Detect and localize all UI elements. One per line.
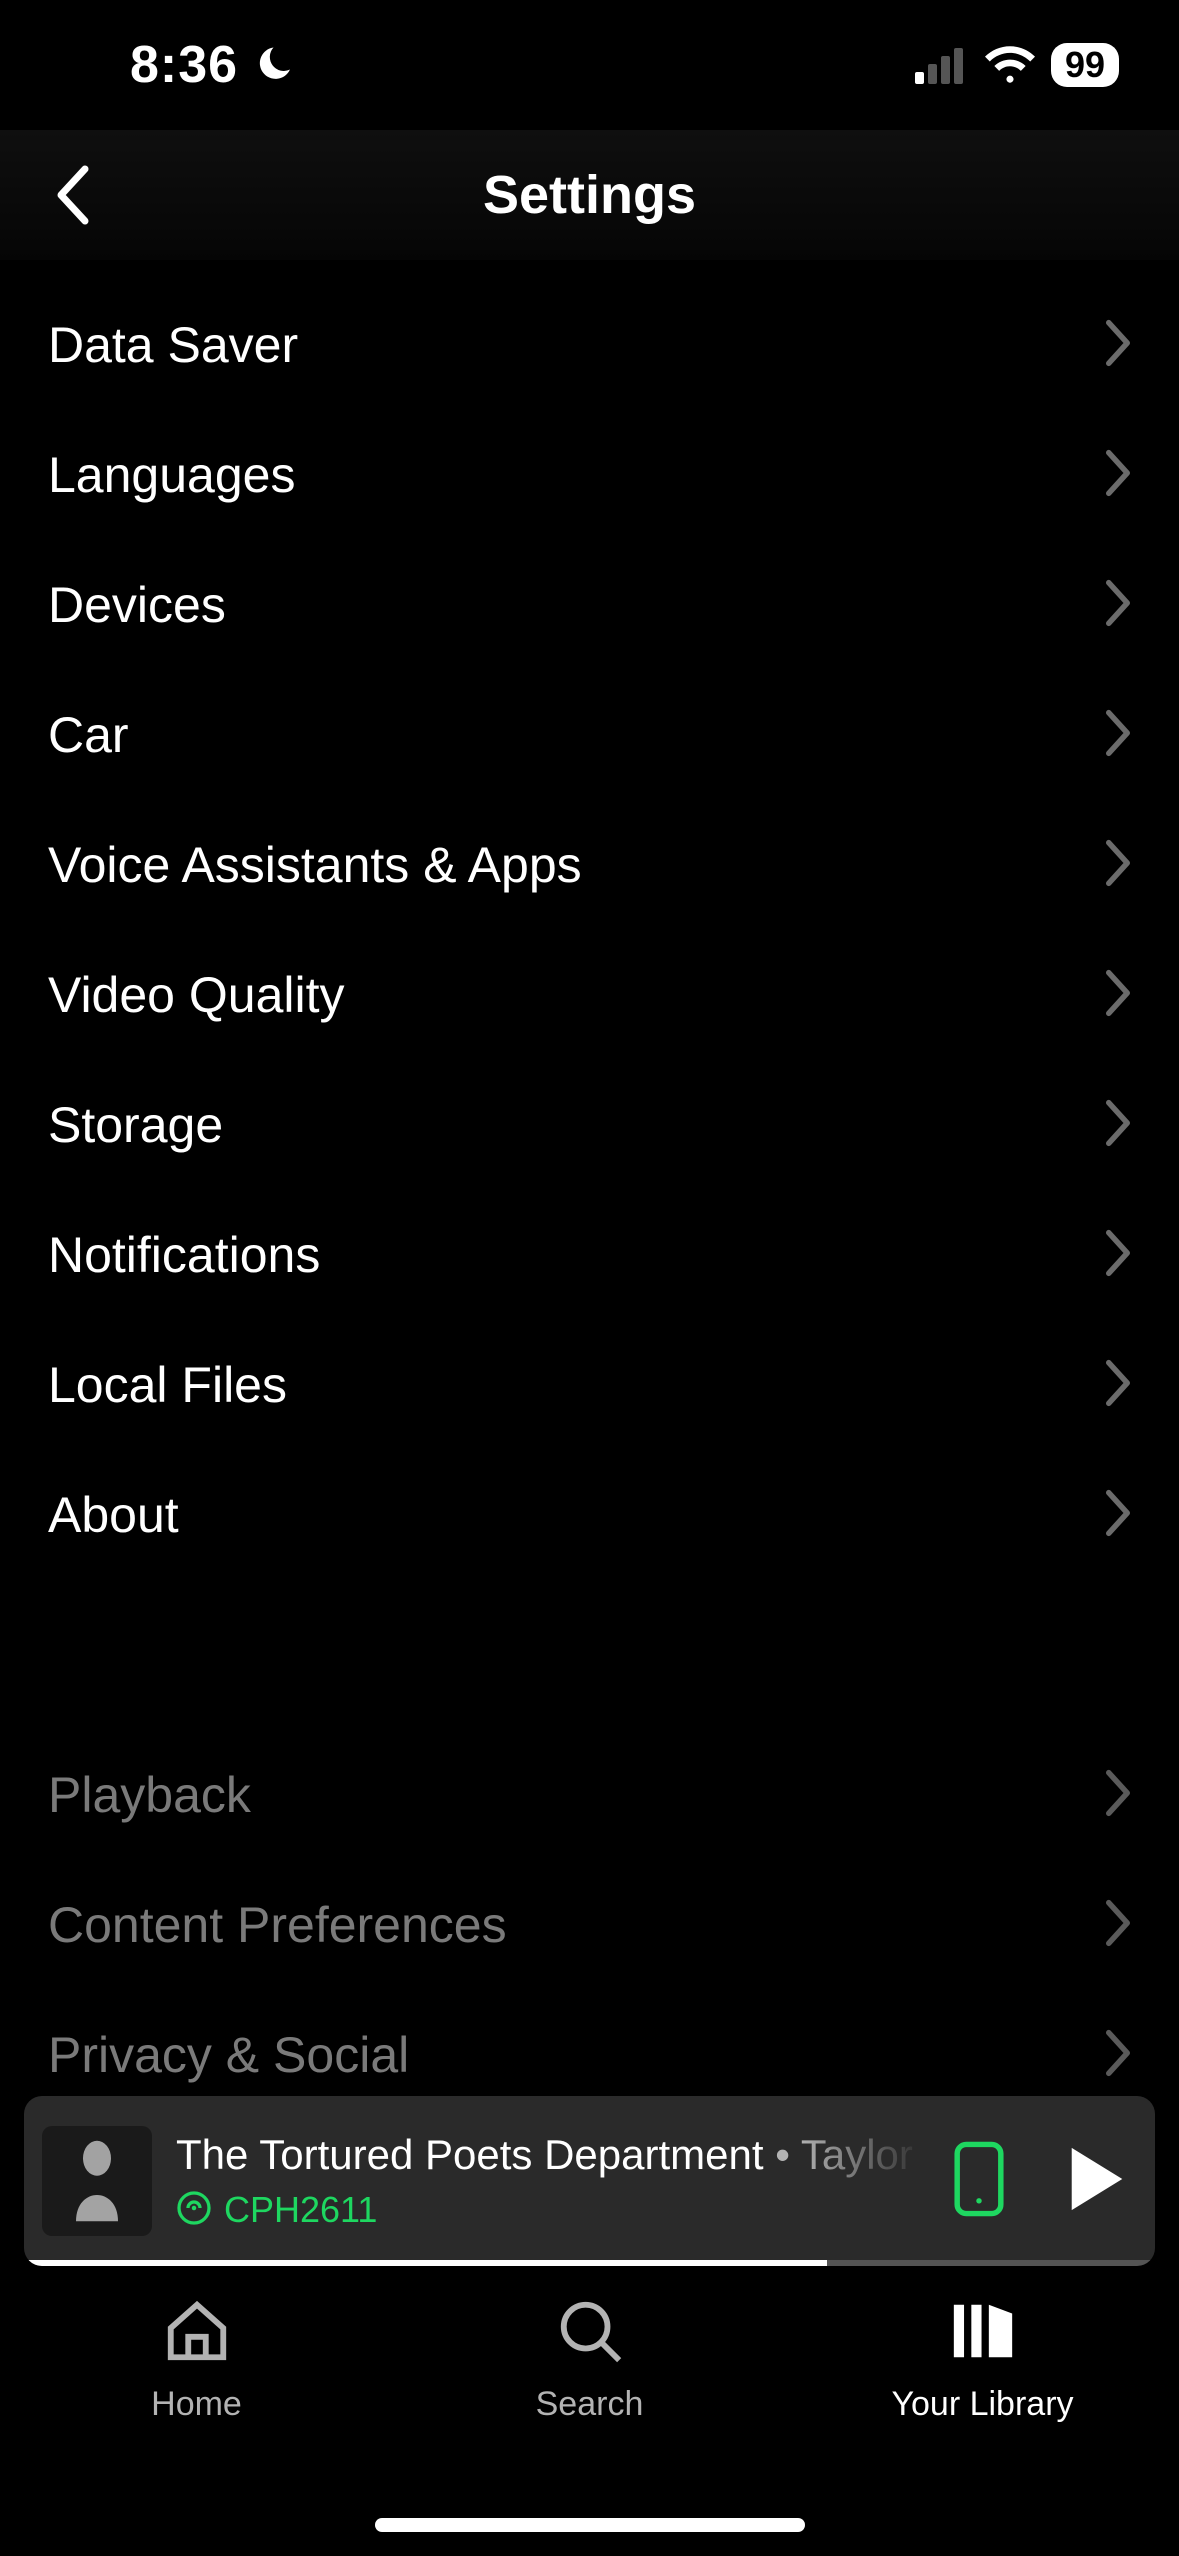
status-bar: 8:36 99 [0, 0, 1179, 130]
settings-list[interactable]: Data Saver Languages Devices Car Voice A… [0, 260, 1179, 2120]
album-art[interactable] [42, 2126, 152, 2236]
status-left: 8:36 [130, 35, 294, 95]
track-title: The Tortured Poets Department [176, 2131, 764, 2178]
status-right: 99 [915, 43, 1119, 87]
settings-item-local-files[interactable]: Local Files [0, 1320, 1179, 1450]
chevron-right-icon [1105, 1229, 1131, 1282]
settings-label: About [48, 1486, 179, 1544]
home-indicator[interactable] [375, 2518, 805, 2532]
settings-label: Content Preferences [48, 1896, 507, 1954]
play-icon [1067, 2144, 1127, 2214]
now-playing-title-row: The Tortured Poets Department • Taylor S… [176, 2131, 927, 2179]
battery-level-badge: 99 [1051, 43, 1119, 87]
settings-label: Data Saver [48, 316, 298, 374]
cellular-signal-icon [915, 46, 969, 84]
settings-item-car[interactable]: Car [0, 670, 1179, 800]
cast-icon [176, 2190, 212, 2231]
title-separator: • [775, 2131, 790, 2178]
chevron-right-icon [1105, 839, 1131, 892]
settings-label: Car [48, 706, 129, 764]
settings-label: Local Files [48, 1356, 287, 1414]
settings-label: Voice Assistants & Apps [48, 836, 582, 894]
settings-item-playback[interactable]: Playback [0, 1730, 1179, 1860]
nav-your-library[interactable]: Your Library [788, 2296, 1177, 2556]
section-divider [0, 1580, 1179, 1730]
chevron-right-icon [1105, 1099, 1131, 1152]
album-art-placeholder-icon [62, 2136, 132, 2226]
library-icon [948, 2296, 1018, 2371]
chevron-right-icon [1105, 449, 1131, 502]
chevron-right-icon [1105, 1489, 1131, 1542]
settings-header: Settings [0, 130, 1179, 260]
nav-home[interactable]: Home [2, 2296, 391, 2556]
settings-label: Languages [48, 446, 295, 504]
status-time: 8:36 [130, 35, 238, 95]
nav-label: Search [536, 2385, 644, 2424]
settings-label: Video Quality [48, 966, 344, 1024]
now-playing-controls [951, 2139, 1127, 2224]
now-playing-info[interactable]: The Tortured Poets Department • Taylor S… [176, 2131, 927, 2231]
chevron-right-icon [1105, 319, 1131, 372]
do-not-disturb-moon-icon [252, 44, 294, 86]
play-button[interactable] [1067, 2144, 1127, 2219]
chevron-right-icon [1105, 1769, 1131, 1822]
chevron-right-icon [1105, 2029, 1131, 2082]
settings-label: Storage [48, 1096, 223, 1154]
now-playing-device-row[interactable]: CPH2611 [176, 2189, 927, 2231]
chevron-right-icon [1105, 709, 1131, 762]
track-artist: Taylor Swift [801, 2131, 927, 2178]
settings-label: Privacy & Social [48, 2026, 409, 2084]
settings-item-languages[interactable]: Languages [0, 410, 1179, 540]
settings-label: Notifications [48, 1226, 320, 1284]
settings-item-content-preferences[interactable]: Content Preferences [0, 1860, 1179, 1990]
nav-label: Home [151, 2385, 242, 2424]
settings-item-voice-assistants[interactable]: Voice Assistants & Apps [0, 800, 1179, 930]
settings-label: Playback [48, 1766, 251, 1824]
settings-label: Devices [48, 576, 226, 634]
page-title: Settings [483, 164, 696, 226]
now-playing-bar[interactable]: The Tortured Poets Department • Taylor S… [24, 2096, 1155, 2266]
settings-item-storage[interactable]: Storage [0, 1060, 1179, 1190]
settings-item-video-quality[interactable]: Video Quality [0, 930, 1179, 1060]
settings-item-data-saver[interactable]: Data Saver [0, 280, 1179, 410]
back-button[interactable] [30, 130, 120, 260]
wifi-icon [985, 46, 1035, 84]
chevron-left-icon [55, 165, 95, 225]
chevron-right-icon [1105, 969, 1131, 1022]
device-name: CPH2611 [224, 2189, 377, 2231]
nav-label: Your Library [891, 2385, 1073, 2424]
chevron-right-icon [1105, 1359, 1131, 1412]
nav-search[interactable]: Search [395, 2296, 784, 2556]
chevron-right-icon [1105, 579, 1131, 632]
settings-item-notifications[interactable]: Notifications [0, 1190, 1179, 1320]
settings-item-devices[interactable]: Devices [0, 540, 1179, 670]
connect-device-button[interactable] [951, 2139, 1007, 2224]
home-icon [162, 2296, 232, 2371]
chevron-right-icon [1105, 1899, 1131, 1952]
search-icon [555, 2296, 625, 2371]
settings-item-about[interactable]: About [0, 1450, 1179, 1580]
bottom-nav: Home Search Your Library [0, 2266, 1179, 2556]
